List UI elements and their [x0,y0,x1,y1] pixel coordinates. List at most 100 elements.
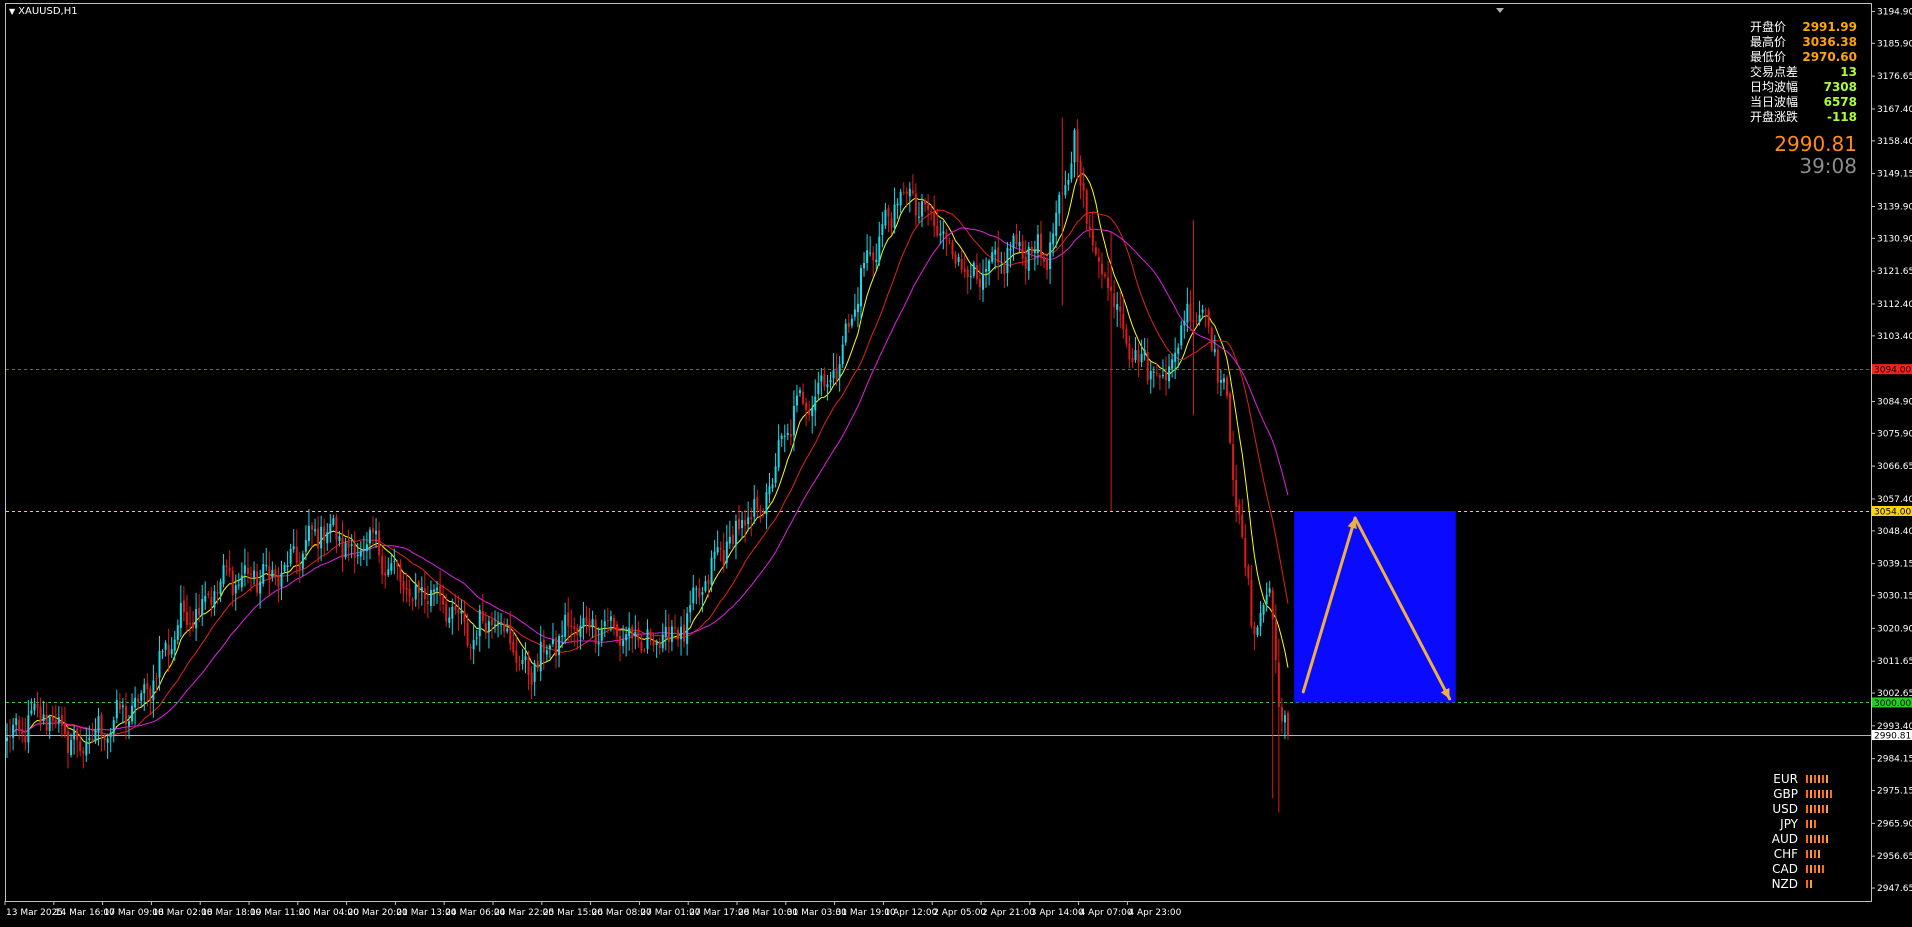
moving-average-20 [12,209,1289,736]
candle-body [460,610,463,614]
strength-bar [1806,790,1808,798]
candle-body [484,623,487,633]
candle-body [594,619,597,645]
candle-body [372,528,374,533]
candle-body [878,236,881,262]
candle [927,194,930,226]
candle [1244,523,1247,577]
candle [240,562,243,592]
bid-price: 2990.81 [1774,132,1857,156]
candle-body [655,642,658,646]
strength-row-usd: USD [1768,802,1834,817]
candle-body [1155,372,1158,374]
candle-body [91,739,94,741]
candle [433,584,435,607]
strength-bar [1818,805,1820,813]
candle [664,609,667,651]
candle-body [277,574,280,587]
candle-body [869,252,872,254]
candle-body [225,565,228,568]
candle [899,188,902,213]
candle-body [442,596,445,605]
candle-body [658,641,661,648]
candle-body [1091,228,1094,246]
strength-bar [1822,790,1824,798]
candle-body [1186,303,1189,323]
candle [1195,312,1198,327]
candle [283,562,286,574]
candle-body [301,553,304,569]
candle [189,606,191,637]
candle [1235,464,1238,523]
candle [219,578,222,603]
candle [768,473,771,504]
candle [744,509,747,543]
candle-body [799,390,801,394]
candle [1116,291,1119,327]
candle [960,250,963,274]
candle-body [683,624,686,642]
strength-bar [1818,850,1820,858]
candle-body [140,693,143,701]
candle [158,635,161,691]
chart-window[interactable]: 3194.90 3185.90 3176.65 3167.40 3158.40 3149.… [0,0,1912,927]
candle-body [1085,190,1088,224]
price-chart[interactable]: 3194.90 3185.90 3176.65 3167.40 3158.40 3149.… [0,0,1912,927]
dropdown-triangle-icon[interactable]: ▼ [9,7,15,16]
candle [795,384,798,413]
candle [1149,361,1152,394]
candle-body [381,555,384,575]
candle [402,573,405,603]
strength-bar [1810,790,1812,798]
candle-body [1097,256,1100,262]
candle-body [375,530,378,535]
candle [649,628,652,646]
candle [399,559,402,594]
candle [1110,230,1113,511]
candle [774,453,777,488]
candle-body [628,627,631,637]
candle-body [622,640,625,646]
strength-bar [1818,790,1820,798]
candle [118,693,121,714]
candle-body [115,699,118,719]
candle [396,559,399,581]
info-label: 最高价 [1750,35,1787,49]
candle-body [97,716,100,732]
candle [716,530,719,556]
candle [985,257,988,288]
candle-body [1256,627,1259,636]
candle [713,540,716,571]
candle-body [384,572,387,576]
info-label: 当日波幅 [1750,95,1799,109]
y-tick-label: 3130.90 [1877,234,1912,244]
candle-body [24,734,27,743]
candle-body [713,551,716,559]
candle [881,211,884,248]
candle [280,560,283,601]
candle [1134,336,1137,363]
candle [1097,248,1100,279]
candle [359,541,362,566]
symbol-label[interactable]: ▼ XAUUSD,H1 [9,6,78,17]
candle-body [1061,192,1064,194]
candle [33,698,36,716]
candle [170,637,173,659]
candle-body [378,530,381,556]
price-tag-label: 3000.00 [1874,699,1911,709]
y-tick-label: 3121.65 [1877,267,1912,277]
candle [143,678,146,711]
strength-bar [1810,880,1812,888]
bar-timer: 39:08 [1799,154,1857,178]
candle [850,314,853,329]
candle [686,607,689,656]
candle-body [872,252,875,261]
strength-bar [1814,790,1816,798]
x-tick-label: 4 Apr 07:00 [1080,908,1133,918]
candle-body [1082,183,1085,191]
candle [1021,234,1024,266]
currency-code: JPY [1780,817,1798,831]
info-label: 最低价 [1750,50,1787,64]
strength-bar [1806,820,1808,828]
candle [295,529,298,575]
